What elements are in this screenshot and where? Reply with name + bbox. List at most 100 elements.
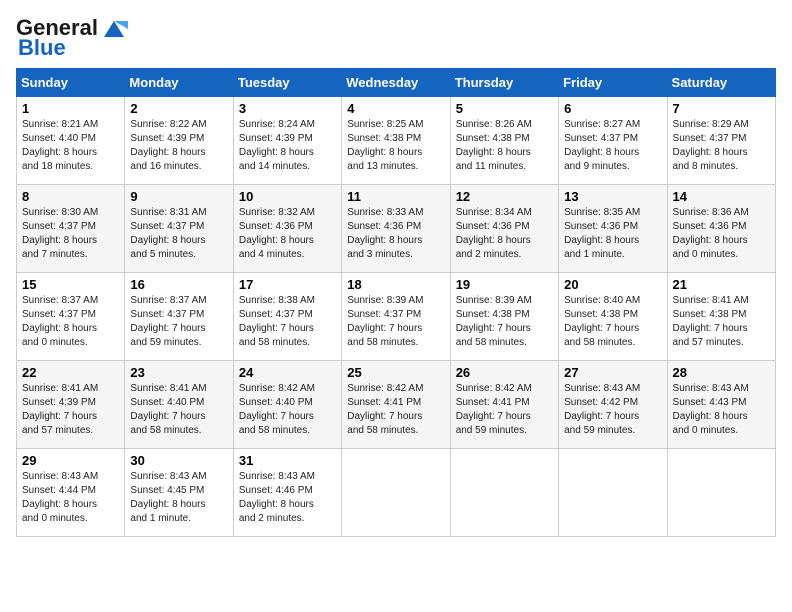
day-number: 1 (22, 101, 119, 116)
calendar-cell: 15 Sunrise: 8:37 AMSunset: 4:37 PMDayligh… (17, 273, 125, 361)
col-header-tuesday: Tuesday (233, 69, 341, 97)
day-info: Sunrise: 8:42 AMSunset: 4:40 PMDaylight:… (239, 382, 336, 438)
calendar-cell: 1 Sunrise: 8:21 AMSunset: 4:40 PMDaylight… (17, 97, 125, 185)
day-info: Sunrise: 8:26 AMSunset: 4:38 PMDaylight:… (456, 118, 553, 174)
day-info: Sunrise: 8:43 AMSunset: 4:45 PMDaylight:… (130, 470, 227, 526)
day-info: Sunrise: 8:27 AMSunset: 4:37 PMDaylight:… (564, 118, 661, 174)
calendar-cell: 3 Sunrise: 8:24 AMSunset: 4:39 PMDaylight… (233, 97, 341, 185)
day-info: Sunrise: 8:24 AMSunset: 4:39 PMDaylight:… (239, 118, 336, 174)
day-info: Sunrise: 8:41 AMSunset: 4:40 PMDaylight:… (130, 382, 227, 438)
day-number: 3 (239, 101, 336, 116)
calendar-cell: 10 Sunrise: 8:32 AMSunset: 4:36 PMDayligh… (233, 185, 341, 273)
calendar-cell: 22Sunrise: 8:41 AMSunset: 4:39 PMDayligh… (17, 361, 125, 449)
calendar-cell: 12Sunrise: 8:34 AMSunset: 4:36 PMDayligh… (450, 185, 558, 273)
day-info: Sunrise: 8:32 AMSunset: 4:36 PMDaylight:… (239, 206, 336, 262)
day-info: Sunrise: 8:25 AMSunset: 4:38 PMDaylight:… (347, 118, 444, 174)
calendar-cell: 8 Sunrise: 8:30 AMSunset: 4:37 PMDaylight… (17, 185, 125, 273)
logo: General Blue (16, 16, 128, 60)
day-info: Sunrise: 8:22 AMSunset: 4:39 PMDaylight:… (130, 118, 227, 174)
day-info: Sunrise: 8:40 AMSunset: 4:38 PMDaylight:… (564, 294, 661, 350)
calendar-cell: 18 Sunrise: 8:39 AMSunset: 4:37 PMDayligh… (342, 273, 450, 361)
day-info: Sunrise: 8:38 AMSunset: 4:37 PMDaylight:… (239, 294, 336, 350)
calendar-cell: 16 Sunrise: 8:37 AMSunset: 4:37 PMDayligh… (125, 273, 233, 361)
day-number: 20 (564, 277, 661, 292)
calendar-cell (342, 449, 450, 537)
day-number: 2 (130, 101, 227, 116)
day-number: 10 (239, 189, 336, 204)
calendar-table: SundayMondayTuesdayWednesdayThursdayFrid… (16, 68, 776, 537)
calendar-cell: 29 Sunrise: 8:43 AMSunset: 4:44 PMDayligh… (17, 449, 125, 537)
day-info: Sunrise: 8:36 AMSunset: 4:36 PMDaylight:… (673, 206, 770, 262)
calendar-cell: 13Sunrise: 8:35 AMSunset: 4:36 PMDayligh… (559, 185, 667, 273)
calendar-cell: 30 Sunrise: 8:43 AMSunset: 4:45 PMDayligh… (125, 449, 233, 537)
day-info: Sunrise: 8:42 AMSunset: 4:41 PMDaylight:… (456, 382, 553, 438)
day-info: Sunrise: 8:43 AMSunset: 4:46 PMDaylight:… (239, 470, 336, 526)
day-info: Sunrise: 8:39 AMSunset: 4:37 PMDaylight:… (347, 294, 444, 350)
day-info: Sunrise: 8:33 AMSunset: 4:36 PMDaylight:… (347, 206, 444, 262)
day-info: Sunrise: 8:39 AMSunset: 4:38 PMDaylight:… (456, 294, 553, 350)
calendar-cell: 26 Sunrise: 8:42 AMSunset: 4:41 PMDayligh… (450, 361, 558, 449)
col-header-monday: Monday (125, 69, 233, 97)
day-info: Sunrise: 8:37 AMSunset: 4:37 PMDaylight:… (22, 294, 119, 350)
day-number: 14 (673, 189, 770, 204)
calendar-cell: 6 Sunrise: 8:27 AMSunset: 4:37 PMDaylight… (559, 97, 667, 185)
calendar-cell (559, 449, 667, 537)
col-header-sunday: Sunday (17, 69, 125, 97)
day-info: Sunrise: 8:41 AMSunset: 4:38 PMDaylight:… (673, 294, 770, 350)
page-header: General Blue (16, 16, 776, 60)
day-number: 17 (239, 277, 336, 292)
col-header-saturday: Saturday (667, 69, 775, 97)
day-number: 6 (564, 101, 661, 116)
logo-icon (100, 17, 128, 39)
day-info: Sunrise: 8:29 AMSunset: 4:37 PMDaylight:… (673, 118, 770, 174)
day-number: 28 (673, 365, 770, 380)
calendar-cell (667, 449, 775, 537)
day-number: 23 (130, 365, 227, 380)
day-number: 21 (673, 277, 770, 292)
day-number: 18 (347, 277, 444, 292)
calendar-cell: 27Sunrise: 8:43 AMSunset: 4:42 PMDayligh… (559, 361, 667, 449)
day-number: 25 (347, 365, 444, 380)
day-info: Sunrise: 8:21 AMSunset: 4:40 PMDaylight:… (22, 118, 119, 174)
col-header-wednesday: Wednesday (342, 69, 450, 97)
day-info: Sunrise: 8:43 AMSunset: 4:43 PMDaylight:… (673, 382, 770, 438)
logo-blue-text: Blue (18, 35, 66, 60)
day-number: 9 (130, 189, 227, 204)
calendar-cell: 2 Sunrise: 8:22 AMSunset: 4:39 PMDaylight… (125, 97, 233, 185)
day-number: 26 (456, 365, 553, 380)
day-info: Sunrise: 8:37 AMSunset: 4:37 PMDaylight:… (130, 294, 227, 350)
col-header-thursday: Thursday (450, 69, 558, 97)
calendar-cell: 23 Sunrise: 8:41 AMSunset: 4:40 PMDayligh… (125, 361, 233, 449)
calendar-cell: 11 Sunrise: 8:33 AMSunset: 4:36 PMDayligh… (342, 185, 450, 273)
day-info: Sunrise: 8:31 AMSunset: 4:37 PMDaylight:… (130, 206, 227, 262)
day-number: 11 (347, 189, 444, 204)
day-number: 15 (22, 277, 119, 292)
day-number: 29 (22, 453, 119, 468)
calendar-cell: 24Sunrise: 8:42 AMSunset: 4:40 PMDayligh… (233, 361, 341, 449)
day-number: 30 (130, 453, 227, 468)
day-info: Sunrise: 8:43 AMSunset: 4:42 PMDaylight:… (564, 382, 661, 438)
day-info: Sunrise: 8:30 AMSunset: 4:37 PMDaylight:… (22, 206, 119, 262)
day-number: 12 (456, 189, 553, 204)
calendar-cell: 19 Sunrise: 8:39 AMSunset: 4:38 PMDayligh… (450, 273, 558, 361)
day-info: Sunrise: 8:43 AMSunset: 4:44 PMDaylight:… (22, 470, 119, 526)
day-number: 19 (456, 277, 553, 292)
day-info: Sunrise: 8:41 AMSunset: 4:39 PMDaylight:… (22, 382, 119, 438)
calendar-cell: 17 Sunrise: 8:38 AMSunset: 4:37 PMDayligh… (233, 273, 341, 361)
calendar-cell: 20 Sunrise: 8:40 AMSunset: 4:38 PMDayligh… (559, 273, 667, 361)
day-number: 13 (564, 189, 661, 204)
calendar-cell: 25 Sunrise: 8:42 AMSunset: 4:41 PMDayligh… (342, 361, 450, 449)
day-info: Sunrise: 8:42 AMSunset: 4:41 PMDaylight:… (347, 382, 444, 438)
calendar-cell: 28 Sunrise: 8:43 AMSunset: 4:43 PMDayligh… (667, 361, 775, 449)
day-number: 16 (130, 277, 227, 292)
day-number: 7 (673, 101, 770, 116)
day-number: 8 (22, 189, 119, 204)
day-number: 5 (456, 101, 553, 116)
calendar-cell: 21 Sunrise: 8:41 AMSunset: 4:38 PMDayligh… (667, 273, 775, 361)
calendar-cell: 14 Sunrise: 8:36 AMSunset: 4:36 PMDayligh… (667, 185, 775, 273)
calendar-cell: 31 Sunrise: 8:43 AMSunset: 4:46 PMDayligh… (233, 449, 341, 537)
calendar-cell (450, 449, 558, 537)
col-header-friday: Friday (559, 69, 667, 97)
day-number: 31 (239, 453, 336, 468)
calendar-cell: 5 Sunrise: 8:26 AMSunset: 4:38 PMDaylight… (450, 97, 558, 185)
